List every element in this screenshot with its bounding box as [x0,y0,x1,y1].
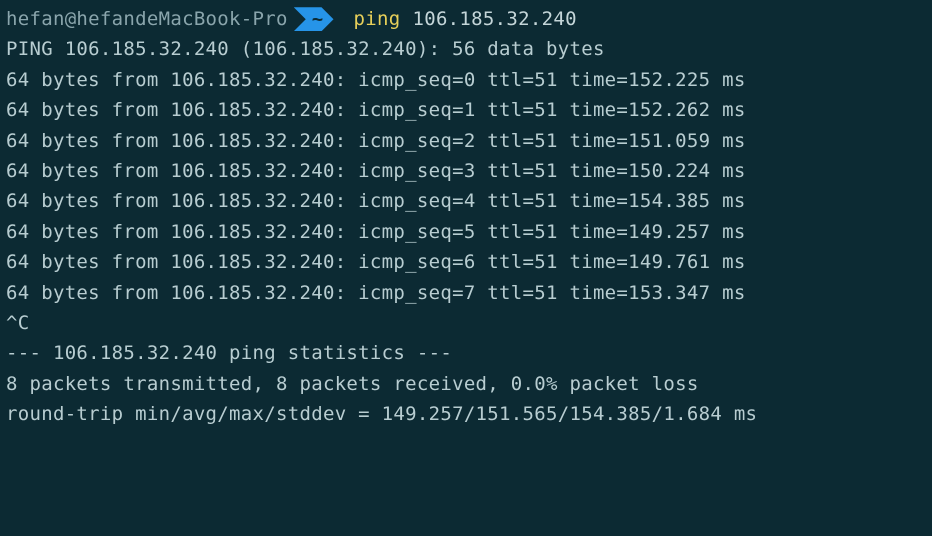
path-indicator: ~ [294,7,334,31]
ping-reply-line: 64 bytes from 106.185.32.240: icmp_seq=3… [6,156,926,186]
stats-roundtrip: round-trip min/avg/max/stddev = 149.257/… [6,399,926,429]
ping-reply-line: 64 bytes from 106.185.32.240: icmp_seq=4… [6,186,926,216]
stats-header: --- 106.185.32.240 ping statistics --- [6,338,926,368]
command-argument: 106.185.32.240 [412,4,576,34]
ping-reply-line: 64 bytes from 106.185.32.240: icmp_seq=0… [6,65,926,95]
user-host: hefan@hefandeMacBook-Pro [6,4,288,34]
ping-header: PING 106.185.32.240 (106.185.32.240): 56… [6,34,926,64]
interrupt-signal: ^C [6,308,926,338]
ping-reply-line: 64 bytes from 106.185.32.240: icmp_seq=5… [6,217,926,247]
prompt-path-arrow: ~ [294,7,334,31]
ping-reply-line: 64 bytes from 106.185.32.240: icmp_seq=1… [6,95,926,125]
ping-reply-line: 64 bytes from 106.185.32.240: icmp_seq=6… [6,247,926,277]
command: ping [354,4,401,34]
stats-summary: 8 packets transmitted, 8 packets receive… [6,369,926,399]
prompt-line[interactable]: hefan@hefandeMacBook-Pro ~ ping 106.185.… [6,4,926,34]
ping-reply-line: 64 bytes from 106.185.32.240: icmp_seq=7… [6,278,926,308]
ping-reply-line: 64 bytes from 106.185.32.240: icmp_seq=2… [6,126,926,156]
